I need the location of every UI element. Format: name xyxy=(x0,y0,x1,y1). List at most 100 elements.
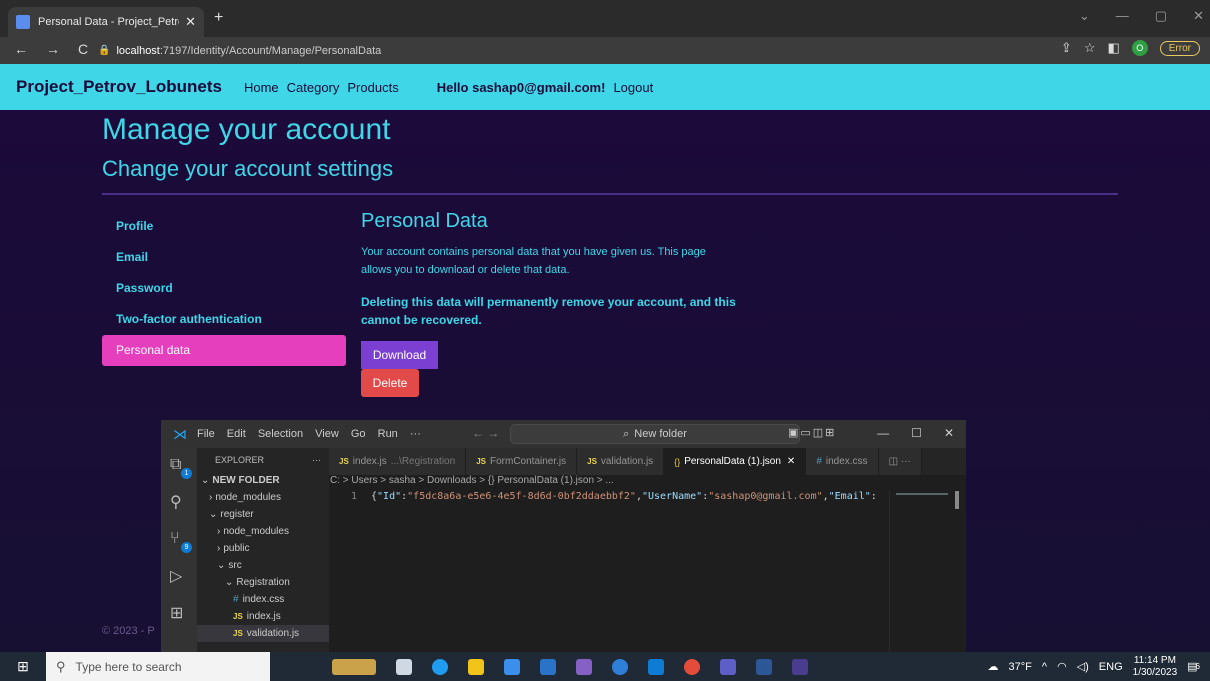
sidenav-two-factor[interactable]: Two-factor authentication xyxy=(102,304,346,335)
js-file-icon: JS xyxy=(587,457,597,466)
editor-scrollbar[interactable] xyxy=(955,491,959,509)
extensions-icon[interactable]: ⊞ xyxy=(170,603,183,623)
vscode-nav-arrows-icon[interactable]: ← → xyxy=(472,426,499,440)
tree-item[interactable]: JS index.js xyxy=(197,608,329,625)
delete-button[interactable]: Delete xyxy=(361,369,419,397)
editor-code[interactable]: 1 {"Id":"f5dc8a6a-e5e6-4e5f-8d6d-0bf2ddae… xyxy=(329,491,889,652)
chrome-icon[interactable] xyxy=(684,658,700,675)
close-tab-icon[interactable]: ✕ xyxy=(787,456,795,467)
task-view-icon[interactable] xyxy=(396,658,412,675)
maximize-icon[interactable]: ▢ xyxy=(1155,8,1167,24)
code-token: "Email" xyxy=(828,491,871,502)
nav-products-link[interactable]: Products xyxy=(347,80,398,95)
tree-item[interactable]: ⌄ src xyxy=(197,557,329,574)
menu-edit[interactable]: Edit xyxy=(227,428,246,440)
wifi-icon[interactable]: ◠ xyxy=(1057,660,1067,673)
vscode-minimize-icon[interactable]: — xyxy=(877,426,889,440)
chevron-down-icon: ⌄ xyxy=(209,509,218,520)
user-greeting-link[interactable]: Hello sashap0@gmail.com! xyxy=(437,80,606,95)
reload-icon[interactable]: C xyxy=(78,41,88,57)
site-brand[interactable]: Project_Petrov_Lobunets xyxy=(16,77,222,97)
tree-item[interactable]: › node_modules xyxy=(197,489,329,506)
forward-icon[interactable]: → xyxy=(46,41,60,57)
explorer-icon[interactable]: ⧉ xyxy=(170,456,181,474)
explorer-more-icon[interactable]: ··· xyxy=(312,455,321,465)
tree-item[interactable]: › node_modules xyxy=(197,523,329,540)
editor-tab[interactable]: JS validation.js xyxy=(577,448,665,475)
tree-item[interactable]: JS validation.js xyxy=(197,625,329,642)
menu-selection[interactable]: Selection xyxy=(258,428,303,440)
minimize-icon[interactable]: — xyxy=(1116,8,1129,24)
code-token: "sashap0@gmail.com" xyxy=(708,491,823,502)
language-indicator[interactable]: ENG xyxy=(1099,661,1123,673)
tree-item[interactable]: ⌄ register xyxy=(197,506,329,523)
run-debug-icon[interactable]: ▷ xyxy=(170,566,182,586)
start-windows-icon[interactable]: ⊞ xyxy=(0,658,46,675)
nav-category-link[interactable]: Category xyxy=(287,80,340,95)
profile-avatar[interactable]: O xyxy=(1131,40,1148,56)
sidenav-email[interactable]: Email xyxy=(102,242,346,273)
error-button[interactable]: Error xyxy=(1159,40,1200,56)
clock[interactable]: 11:14 PM 1/30/2023 xyxy=(1133,655,1178,679)
editor-tab[interactable]: {} PersonalData (1).json ✕ xyxy=(664,448,807,475)
vscode-close-icon[interactable]: ✕ xyxy=(944,426,954,440)
sidepanel-icon[interactable]: ◧ xyxy=(1107,40,1119,56)
browser-tab[interactable]: Personal Data - Project_Petrov_Lc ✕ xyxy=(8,7,204,37)
menu-more[interactable]: ··· xyxy=(410,428,421,440)
vscode-taskbar-icon[interactable] xyxy=(648,658,664,675)
sidenav-personal-data[interactable]: Personal data xyxy=(102,335,346,366)
file-explorer-icon[interactable] xyxy=(468,658,484,675)
editor-tab[interactable]: # index.css xyxy=(806,448,879,475)
menu-run[interactable]: Run xyxy=(378,428,398,440)
section-title: Personal Data xyxy=(361,210,488,232)
command-center-search[interactable]: ⌕ New folder xyxy=(510,424,800,444)
editor-tab[interactable]: JS index.js ...\Registration xyxy=(329,448,467,475)
editor-breadcrumbs[interactable]: C: > Users > sasha > Downloads > {} Pers… xyxy=(329,475,614,486)
menu-go[interactable]: Go xyxy=(351,428,366,440)
search-highlight-icon[interactable] xyxy=(332,658,376,675)
terminal-icon[interactable] xyxy=(792,658,808,675)
volume-icon[interactable]: ◁) xyxy=(1077,660,1089,673)
teams-icon[interactable] xyxy=(720,658,736,675)
store-icon[interactable] xyxy=(504,658,520,675)
tree-item[interactable]: › public xyxy=(197,540,329,557)
chevron-down-icon: ⌄ xyxy=(201,475,210,486)
share-icon[interactable]: ⇪ xyxy=(1061,40,1072,56)
weather-cloud-icon[interactable]: ☁ xyxy=(988,660,999,673)
mail-icon[interactable] xyxy=(540,658,556,675)
minimap[interactable] xyxy=(889,491,953,652)
tree-item[interactable]: ⌄ NEW FOLDER xyxy=(197,472,329,489)
address-bar[interactable]: 🔒 localhost :7197/Identity/Account/Manag… xyxy=(90,40,1090,61)
split-editor-icon[interactable]: ◫ ··· xyxy=(878,448,922,475)
visual-studio-icon[interactable] xyxy=(576,658,592,675)
logout-link[interactable]: Logout xyxy=(613,80,653,95)
menu-file[interactable]: File xyxy=(197,428,215,440)
tree-item[interactable]: # index.css xyxy=(197,591,329,608)
taskbar-search[interactable]: ⚲ Type here to search xyxy=(46,652,270,681)
word-icon[interactable] xyxy=(756,658,772,675)
url-host: localhost xyxy=(116,44,160,57)
source-control-icon[interactable]: ⑂ xyxy=(170,530,180,548)
clock-date: 1/30/2023 xyxy=(1132,666,1178,678)
editor-tab[interactable]: JS FormContainer.js xyxy=(466,448,578,475)
vscode-maximize-icon[interactable]: ☐ xyxy=(911,426,922,440)
edge-icon[interactable] xyxy=(432,658,448,675)
chrome-app-icon[interactable] xyxy=(612,658,628,675)
tree-item[interactable]: ⌄ Registration xyxy=(197,574,329,591)
nav-home-link[interactable]: Home xyxy=(244,80,279,95)
weather-temp[interactable]: 37°F xyxy=(1009,661,1032,673)
close-window-icon[interactable]: ✕ xyxy=(1193,8,1204,24)
sidenav-profile[interactable]: Profile xyxy=(102,211,346,242)
back-icon[interactable]: ← xyxy=(14,41,28,57)
tray-overflow-icon[interactable]: ^ xyxy=(1042,661,1047,673)
bookmark-star-icon[interactable]: ☆ xyxy=(1084,40,1096,56)
taskbar-search-placeholder: Type here to search xyxy=(75,659,182,674)
search-view-icon[interactable]: ⚲ xyxy=(170,492,182,512)
download-button[interactable]: Download xyxy=(361,341,438,369)
new-tab-icon[interactable]: + xyxy=(214,9,223,27)
menu-view[interactable]: View xyxy=(315,428,339,440)
sidenav-password[interactable]: Password xyxy=(102,273,346,304)
tab-search-icon[interactable]: ⌄ xyxy=(1079,8,1090,24)
close-tab-icon[interactable]: ✕ xyxy=(185,14,196,30)
layout-toggle-icons[interactable]: ▣▭◫⊞ xyxy=(788,426,836,439)
